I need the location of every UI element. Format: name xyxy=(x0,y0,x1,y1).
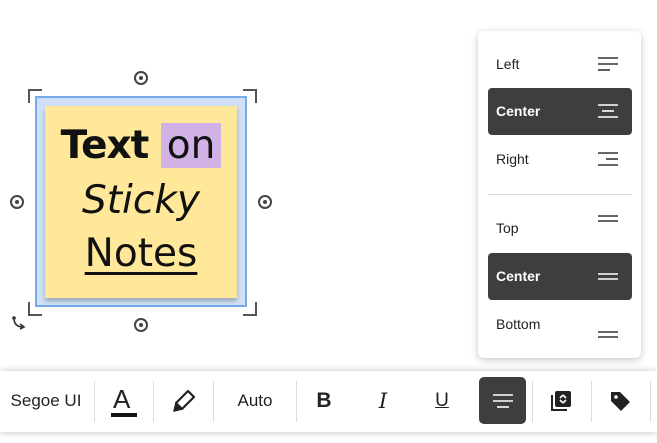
resize-handle-top[interactable] xyxy=(134,71,148,85)
valign-top-icon xyxy=(598,215,618,222)
underline-button[interactable]: U xyxy=(420,378,464,424)
highlighter-button[interactable] xyxy=(160,378,208,424)
note-line-italic: Sticky xyxy=(82,178,200,223)
sticky-note[interactable]: Text on Sticky Notes xyxy=(45,106,237,298)
align-right-icon xyxy=(598,152,618,166)
resize-handle-right[interactable] xyxy=(258,195,272,209)
valign-bottom-option[interactable]: Bottom xyxy=(488,301,632,348)
align-center-option[interactable]: Center xyxy=(488,88,632,135)
valign-bottom-icon xyxy=(598,331,618,338)
align-right-label: Right xyxy=(496,151,529,167)
toolbar-divider xyxy=(650,381,651,422)
align-left-option[interactable]: Left xyxy=(488,41,632,88)
resize-handle-bottom[interactable] xyxy=(134,318,148,332)
bold-button[interactable]: B xyxy=(302,378,346,424)
tag-button[interactable] xyxy=(597,378,643,424)
align-center-label: Center xyxy=(496,103,541,119)
formatting-toolbar: Segoe UI A Auto B I U xyxy=(0,371,657,432)
highlighter-pen-icon xyxy=(173,389,196,412)
toolbar-divider xyxy=(296,381,297,422)
font-family-dropdown[interactable]: Segoe UI xyxy=(2,378,90,424)
toolbar-divider xyxy=(213,381,214,422)
valign-top-label: Top xyxy=(496,220,519,236)
valign-bottom-label: Bottom xyxy=(496,316,541,332)
note-line-1: Text on xyxy=(45,121,237,171)
alignment-menu: Left Center Right Top Center Bottom xyxy=(478,31,641,358)
font-color-bar xyxy=(111,413,137,417)
toolbar-divider xyxy=(532,381,533,422)
toolbar-divider xyxy=(153,381,154,422)
layers-arrange-icon xyxy=(551,391,571,411)
note-line-underlined: Notes xyxy=(84,231,198,276)
resize-handle-left[interactable] xyxy=(10,195,24,209)
toolbar-divider xyxy=(591,381,592,422)
valign-top-option[interactable]: Top xyxy=(488,205,632,252)
align-center-icon xyxy=(598,104,618,118)
align-left-label: Left xyxy=(496,56,520,72)
font-color-button[interactable]: A xyxy=(100,378,148,424)
valign-center-icon xyxy=(598,273,618,280)
font-color-letter: A xyxy=(113,384,131,414)
toolbar-divider xyxy=(94,381,95,422)
font-color-icon: A xyxy=(111,384,137,418)
tag-icon xyxy=(611,392,630,411)
align-right-option[interactable]: Right xyxy=(488,136,632,183)
alignment-divider xyxy=(488,194,632,195)
font-size-dropdown[interactable]: Auto xyxy=(220,378,290,424)
text-alignment-button[interactable] xyxy=(479,377,526,424)
valign-center-option[interactable]: Center xyxy=(488,253,632,300)
note-word-highlighted: on xyxy=(160,123,222,168)
rotate-handle-icon[interactable] xyxy=(12,316,26,335)
align-center-icon xyxy=(492,393,513,408)
valign-center-label: Center xyxy=(496,268,541,284)
align-left-icon xyxy=(598,57,618,71)
arrange-button[interactable] xyxy=(538,378,584,424)
note-word-bold: Text xyxy=(60,123,150,168)
italic-button[interactable]: I xyxy=(361,378,405,424)
